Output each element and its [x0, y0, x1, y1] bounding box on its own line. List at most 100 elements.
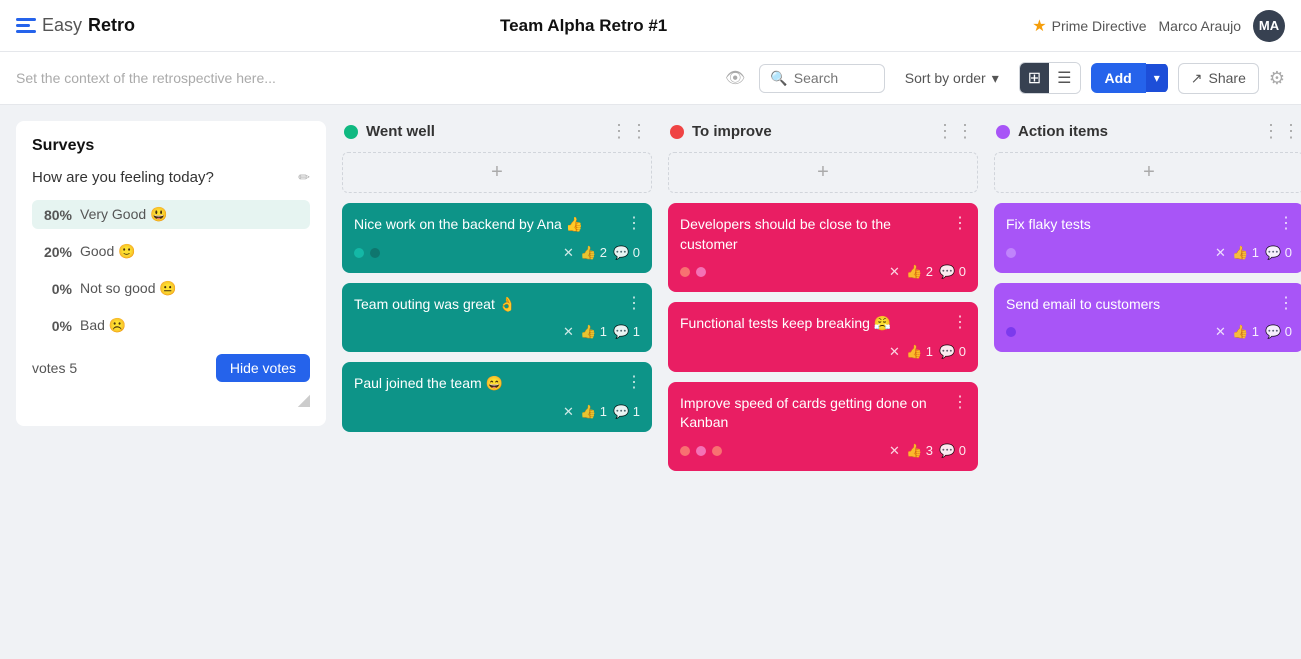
bar-pct-not-so-good: 0%: [42, 281, 72, 297]
card-like-6[interactable]: 👍 3: [906, 443, 933, 459]
search-input[interactable]: [794, 70, 874, 86]
card-comment-3[interactable]: 💬 1: [613, 404, 640, 420]
card-like-4[interactable]: 👍 2: [906, 264, 933, 280]
card-comment-8[interactable]: 💬 0: [1265, 324, 1292, 340]
survey-panel: Surveys How are you feeling today? ✏ 80%…: [16, 121, 326, 426]
bar-pct-bad: 0%: [42, 318, 72, 334]
header-right: ★ Prime Directive Marco Araujo MA: [1032, 10, 1285, 42]
card-remove-2[interactable]: ✕: [563, 324, 574, 340]
add-card-to-improve[interactable]: +: [668, 152, 978, 193]
settings-icon[interactable]: ⚙: [1269, 68, 1285, 89]
card-like-7[interactable]: 👍 1: [1232, 245, 1259, 261]
share-label: Share: [1209, 70, 1246, 86]
avatar[interactable]: MA: [1253, 10, 1285, 42]
card-text-1: Nice work on the backend by Ana 👍: [354, 215, 640, 235]
card-remove-8[interactable]: ✕: [1215, 324, 1226, 340]
columns: Went well ⋮⋮ + ⋮ Nice work on the backen…: [342, 121, 1301, 640]
survey-bar-very-good: 80% Very Good 😃: [32, 200, 310, 229]
card-like-3[interactable]: 👍 1: [580, 404, 607, 420]
card-paul-joined: ⋮ Paul joined the team 😄 ✕ 👍 1 💬 1: [342, 362, 652, 432]
header: Easy Retro Team Alpha Retro #1 ★ Prime Di…: [0, 0, 1301, 52]
dot-1: [354, 248, 364, 258]
card-menu-2[interactable]: ⋮: [626, 293, 642, 313]
add-card-action-items[interactable]: +: [994, 152, 1301, 193]
card-menu-8[interactable]: ⋮: [1278, 293, 1294, 313]
card-text-5: Functional tests keep breaking 😤: [680, 314, 966, 334]
card-remove-7[interactable]: ✕: [1215, 245, 1226, 261]
card-like-5[interactable]: 👍 1: [906, 344, 933, 360]
card-text-2: Team outing was great 👌: [354, 295, 640, 315]
col-title-action-items: Action items: [1018, 123, 1254, 140]
card-menu-1[interactable]: ⋮: [626, 213, 642, 233]
card-footer-1: ✕ 👍 2 💬 0: [354, 245, 640, 261]
card-like-1[interactable]: 👍 2: [580, 245, 607, 261]
card-footer-6: ✕ 👍 3 💬 0: [680, 443, 966, 459]
card-text-3: Paul joined the team 😄: [354, 374, 640, 394]
logo-retro: Retro: [88, 15, 135, 36]
add-main-button[interactable]: Add: [1091, 63, 1146, 93]
add-button-group: Add ▾: [1091, 63, 1168, 93]
resize-handle[interactable]: ◢: [32, 390, 310, 410]
hide-votes-button[interactable]: Hide votes: [216, 354, 310, 382]
dot-6b: [696, 446, 706, 456]
col-menu-went-well[interactable]: ⋮⋮: [610, 121, 650, 142]
card-improve-speed: ⋮ Improve speed of cards getting done on…: [668, 382, 978, 471]
share-button[interactable]: ↗ Share: [1178, 63, 1259, 94]
card-remove-4[interactable]: ✕: [889, 264, 900, 280]
list-view-button[interactable]: ☰: [1049, 63, 1079, 93]
card-like-2[interactable]: 👍 1: [580, 324, 607, 340]
card-comment-6[interactable]: 💬 0: [939, 443, 966, 459]
card-functional-tests: ⋮ Functional tests keep breaking 😤 ✕ 👍 1…: [668, 302, 978, 372]
survey-bar-bad: 0% Bad ☹️: [32, 311, 310, 340]
card-footer-4: ✕ 👍 2 💬 0: [680, 264, 966, 280]
card-send-email: ⋮ Send email to customers ✕ 👍 1 💬 0: [994, 283, 1301, 353]
bar-label-good: Good 🙂: [80, 243, 136, 260]
card-ana-backend: ⋮ Nice work on the backend by Ana 👍 ✕ 👍 …: [342, 203, 652, 273]
sort-label: Sort by order: [905, 70, 986, 86]
add-card-went-well[interactable]: +: [342, 152, 652, 193]
card-comment-4[interactable]: 💬 0: [939, 264, 966, 280]
card-remove-6[interactable]: ✕: [889, 443, 900, 459]
col-dot-went-well: [344, 125, 358, 139]
chevron-down-icon: ▾: [992, 70, 999, 87]
survey-title: Surveys: [32, 137, 310, 155]
survey-question: How are you feeling today? ✏: [32, 169, 310, 186]
survey-footer: votes 5 Hide votes: [32, 354, 310, 382]
card-remove-3[interactable]: ✕: [563, 404, 574, 420]
card-comment-5[interactable]: 💬 0: [939, 344, 966, 360]
column-action-items: Action items ⋮⋮ + ⋮ Fix flaky tests ✕ 👍 …: [994, 121, 1301, 640]
dot-8a: [1006, 327, 1016, 337]
card-remove-1[interactable]: ✕: [563, 245, 574, 261]
edit-icon[interactable]: ✏: [298, 169, 310, 186]
card-footer-8: ✕ 👍 1 💬 0: [1006, 324, 1292, 340]
prime-directive-link[interactable]: ★ Prime Directive: [1032, 16, 1146, 36]
card-comment-7[interactable]: 💬 0: [1265, 245, 1292, 261]
card-menu-4[interactable]: ⋮: [952, 213, 968, 233]
card-comment-2[interactable]: 💬 1: [613, 324, 640, 340]
col-title-to-improve: To improve: [692, 123, 928, 140]
card-comment-1[interactable]: 💬 0: [613, 245, 640, 261]
col-menu-to-improve[interactable]: ⋮⋮: [936, 121, 976, 142]
eye-icon[interactable]: 👁: [725, 68, 745, 88]
card-remove-5[interactable]: ✕: [889, 344, 900, 360]
col-title-went-well: Went well: [366, 123, 602, 140]
page-title: Team Alpha Retro #1: [500, 16, 667, 36]
grid-view-button[interactable]: ⊞: [1020, 63, 1049, 93]
card-menu-3[interactable]: ⋮: [626, 372, 642, 392]
sort-button[interactable]: Sort by order ▾: [895, 64, 1009, 93]
search-icon: 🔍: [770, 70, 787, 87]
card-menu-7[interactable]: ⋮: [1278, 213, 1294, 233]
add-dropdown-button[interactable]: ▾: [1146, 64, 1168, 92]
card-footer-7: ✕ 👍 1 💬 0: [1006, 245, 1292, 261]
dot-7a: [1006, 248, 1016, 258]
card-menu-5[interactable]: ⋮: [952, 312, 968, 332]
dot-6c: [712, 446, 722, 456]
col-menu-action-items[interactable]: ⋮⋮: [1262, 121, 1301, 142]
card-menu-6[interactable]: ⋮: [952, 392, 968, 412]
context-placeholder[interactable]: Set the context of the retrospective her…: [16, 70, 715, 86]
bar-pct-very-good: 80%: [42, 207, 72, 223]
card-text-7: Fix flaky tests: [1006, 215, 1292, 235]
dot-4b: [696, 267, 706, 277]
card-like-8[interactable]: 👍 1: [1232, 324, 1259, 340]
logo-easy: Easy: [42, 15, 82, 36]
